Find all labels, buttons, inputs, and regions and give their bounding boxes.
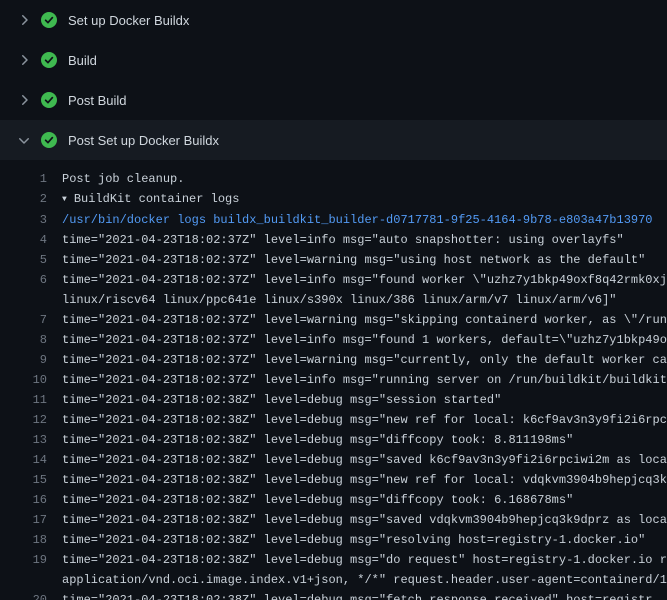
- log-line-text: time="2021-04-23T18:02:37Z" level=info m…: [62, 330, 667, 350]
- log-line-text: Post job cleanup.: [62, 169, 667, 189]
- log-line-number[interactable]: 2: [0, 189, 47, 209]
- log-line-text: time="2021-04-23T18:02:38Z" level=debug …: [62, 550, 667, 570]
- log-line: 9 time="2021-04-23T18:02:37Z" level=warn…: [0, 350, 667, 370]
- log-line-number[interactable]: 11: [0, 390, 47, 410]
- log-line-number[interactable]: 8: [0, 330, 47, 350]
- log-line-number[interactable]: 6: [0, 270, 47, 290]
- log-line: 5 time="2021-04-23T18:02:37Z" level=warn…: [0, 250, 667, 270]
- log-line-number[interactable]: 10: [0, 370, 47, 390]
- log-section-header[interactable]: Post Set up Docker Buildx: [0, 120, 667, 160]
- log-line-text: time="2021-04-23T18:02:38Z" level=debug …: [62, 590, 667, 600]
- section-title: Post Set up Docker Buildx: [68, 133, 219, 148]
- log-line-number[interactable]: 5: [0, 250, 47, 270]
- log-line-number[interactable]: 14: [0, 450, 47, 470]
- workflow-log-panel: Set up Docker Buildx Build P: [0, 0, 667, 600]
- log-line: 4 time="2021-04-23T18:02:37Z" level=info…: [0, 230, 667, 250]
- log-line-text: time="2021-04-23T18:02:37Z" level=warnin…: [62, 350, 667, 370]
- log-section-header[interactable]: Post Build: [0, 80, 667, 120]
- section-list: Set up Docker Buildx Build P: [0, 0, 667, 160]
- log-section-header[interactable]: Build: [0, 40, 667, 80]
- success-check-icon: [41, 12, 57, 28]
- log-line-number[interactable]: 12: [0, 410, 47, 430]
- log-line: 17 time="2021-04-23T18:02:38Z" level=deb…: [0, 510, 667, 530]
- log-line: 11 time="2021-04-23T18:02:38Z" level=deb…: [0, 390, 667, 410]
- log-line-number[interactable]: 3: [0, 210, 47, 230]
- log-line: 14 time="2021-04-23T18:02:38Z" level=deb…: [0, 450, 667, 470]
- log-line-number[interactable]: 19: [0, 550, 47, 570]
- log-line-number[interactable]: 15: [0, 470, 47, 490]
- log-line-text: time="2021-04-23T18:02:37Z" level=warnin…: [62, 250, 667, 270]
- success-check-icon: [41, 52, 57, 68]
- chevron-right-icon[interactable]: [16, 92, 32, 108]
- log-line-text: time="2021-04-23T18:02:38Z" level=debug …: [62, 430, 667, 450]
- log-line-number[interactable]: 18: [0, 530, 47, 550]
- log-line-number[interactable]: 9: [0, 350, 47, 370]
- log-line: 16 time="2021-04-23T18:02:38Z" level=deb…: [0, 490, 667, 510]
- success-check-icon: [41, 132, 57, 148]
- log-line: 18 time="2021-04-23T18:02:38Z" level=deb…: [0, 530, 667, 550]
- log-line: 7 time="2021-04-23T18:02:37Z" level=warn…: [0, 310, 667, 330]
- log-line-continuation: application/vnd.oci.image.index.v1+json,…: [62, 570, 667, 590]
- log-line: 15 time="2021-04-23T18:02:38Z" level=deb…: [0, 470, 667, 490]
- log-line-text: time="2021-04-23T18:02:37Z" level=warnin…: [62, 310, 667, 330]
- log-line: 20 time="2021-04-23T18:02:38Z" level=deb…: [0, 590, 667, 600]
- log-line: 12 time="2021-04-23T18:02:38Z" level=deb…: [0, 410, 667, 430]
- log-line: 3 /usr/bin/docker logs buildx_buildkit_b…: [0, 210, 667, 230]
- log-line-text: time="2021-04-23T18:02:38Z" level=debug …: [62, 450, 667, 470]
- log-line-number[interactable]: 13: [0, 430, 47, 450]
- log-line-number[interactable]: 16: [0, 490, 47, 510]
- log-line-number[interactable]: 7: [0, 310, 47, 330]
- log-line: 10 time="2021-04-23T18:02:37Z" level=inf…: [0, 370, 667, 390]
- log-line-text: time="2021-04-23T18:02:38Z" level=debug …: [62, 530, 667, 550]
- log-line-text: time="2021-04-23T18:02:38Z" level=debug …: [62, 410, 667, 430]
- success-check-icon: [41, 92, 57, 108]
- chevron-right-icon[interactable]: [16, 52, 32, 68]
- log-line: 19 time="2021-04-23T18:02:38Z" level=deb…: [0, 550, 667, 590]
- chevron-down-icon[interactable]: [16, 132, 32, 148]
- log-line-text: time="2021-04-23T18:02:38Z" level=debug …: [62, 470, 667, 490]
- log-line-text: time="2021-04-23T18:02:37Z" level=info m…: [62, 270, 667, 290]
- group-collapse-caret-icon[interactable]: ▼: [62, 190, 67, 210]
- chevron-right-icon[interactable]: [16, 12, 32, 28]
- log-line-text: time="2021-04-23T18:02:38Z" level=debug …: [62, 510, 667, 530]
- log-line-text: ▼ BuildKit container logs: [62, 189, 667, 210]
- log-line-number[interactable]: 20: [0, 590, 47, 600]
- log-line-continuation: linux/riscv64 linux/ppc641e linux/s390x …: [62, 290, 667, 310]
- log-line-text: /usr/bin/docker logs buildx_buildkit_bui…: [62, 210, 667, 230]
- log-line-number[interactable]: 4: [0, 230, 47, 250]
- log-line: 6 time="2021-04-23T18:02:37Z" level=info…: [0, 270, 667, 310]
- group-title[interactable]: BuildKit container logs: [74, 192, 240, 206]
- log-line: 8 time="2021-04-23T18:02:37Z" level=info…: [0, 330, 667, 350]
- log-line-text: time="2021-04-23T18:02:37Z" level=info m…: [62, 370, 667, 390]
- log-line-text: time="2021-04-23T18:02:38Z" level=debug …: [62, 490, 667, 510]
- log-line-number[interactable]: 17: [0, 510, 47, 530]
- log-line: 1 Post job cleanup.: [0, 169, 667, 189]
- log-section-header[interactable]: Set up Docker Buildx: [0, 0, 667, 40]
- section-title: Set up Docker Buildx: [68, 13, 189, 28]
- log-area: 1 Post job cleanup. 2 ▼ BuildKit containe…: [0, 160, 667, 600]
- log-line-number[interactable]: 1: [0, 169, 47, 189]
- log-line-text: time="2021-04-23T18:02:37Z" level=info m…: [62, 230, 667, 250]
- section-title: Build: [68, 53, 97, 68]
- section-title: Post Build: [68, 93, 127, 108]
- log-line: 2 ▼ BuildKit container logs: [0, 189, 667, 210]
- log-line-text: time="2021-04-23T18:02:38Z" level=debug …: [62, 390, 667, 410]
- log-line: 13 time="2021-04-23T18:02:38Z" level=deb…: [0, 430, 667, 450]
